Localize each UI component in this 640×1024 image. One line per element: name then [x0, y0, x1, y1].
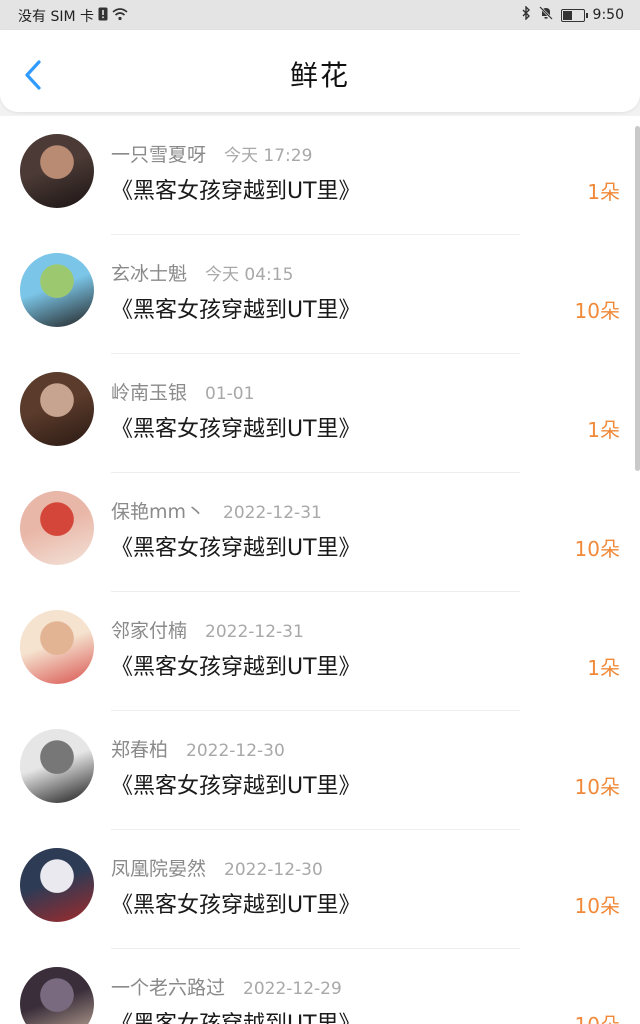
status-right: 9:50: [521, 5, 624, 24]
name-line: 岭南玉银 01-01: [111, 378, 254, 405]
flower-count: 10朵: [575, 1009, 620, 1024]
avatar[interactable]: [20, 610, 94, 684]
status-bar: 没有 SIM 卡 9:50: [0, 0, 640, 30]
timestamp: 2022-12-29: [243, 979, 342, 999]
avatar[interactable]: [20, 491, 94, 565]
list-item[interactable]: 一只雪夏呀 今天 17:29 《黑客女孩穿越到UT里》 1朵: [0, 116, 640, 235]
wifi-icon: [112, 7, 128, 25]
book-title: 《黑客女孩穿越到UT里》: [111, 655, 361, 680]
carrier-label: 没有 SIM 卡: [18, 9, 94, 25]
avatar[interactable]: [20, 848, 94, 922]
avatar[interactable]: [20, 967, 94, 1024]
flower-count: 1朵: [587, 418, 620, 442]
name-line: 保艳mm丶 2022-12-31: [111, 497, 322, 524]
book-title: 《黑客女孩穿越到UT里》: [111, 1006, 361, 1024]
battery-icon: [560, 8, 588, 22]
timestamp: 2022-12-30: [186, 741, 285, 761]
list-item[interactable]: 凤凰院晏然 2022-12-30 《黑客女孩穿越到UT里》 10朵: [0, 830, 640, 949]
book-title: 《黑客女孩穿越到UT里》: [111, 536, 361, 561]
user-name: 邻家付楠: [111, 620, 188, 642]
clock: 9:50: [592, 7, 624, 23]
mute-bell-icon: [538, 6, 553, 24]
name-line: 一个老六路过 2022-12-29: [111, 973, 342, 1000]
flower-count: 10朵: [574, 894, 620, 918]
timestamp: 今天 17:29: [224, 146, 313, 166]
list-item[interactable]: 邻家付楠 2022-12-31 《黑客女孩穿越到UT里》 1朵: [0, 592, 640, 711]
flower-count: 10朵: [574, 775, 620, 799]
timestamp: 2022-12-31: [223, 503, 322, 523]
flower-count: 1朵: [587, 656, 620, 680]
book-title: 《黑客女孩穿越到UT里》: [111, 893, 361, 918]
name-line: 邻家付楠 2022-12-31: [111, 616, 304, 643]
flower-count: 1朵: [587, 180, 620, 204]
name-line: 玄冰士魁 今天 04:15: [111, 259, 293, 286]
list-item[interactable]: 一个老六路过 2022-12-29 《黑客女孩穿越到UT里》 10朵: [0, 949, 640, 1024]
bluetooth-icon: [521, 5, 531, 24]
user-name: 凤凰院晏然: [111, 858, 207, 880]
avatar[interactable]: [20, 729, 94, 803]
timestamp: 2022-12-30: [224, 860, 323, 880]
user-name: 郑春柏: [111, 739, 169, 761]
name-line: 凤凰院晏然 2022-12-30: [111, 854, 323, 881]
book-title: 《黑客女孩穿越到UT里》: [111, 179, 361, 204]
flower-count: 10朵: [574, 299, 620, 323]
user-name: 岭南玉银: [111, 382, 188, 404]
user-name: 一只雪夏呀: [111, 144, 207, 166]
name-line: 一只雪夏呀 今天 17:29: [111, 140, 312, 167]
flower-count: 10朵: [574, 537, 620, 561]
book-title: 《黑客女孩穿越到UT里》: [111, 298, 361, 323]
timestamp: 01-01: [205, 384, 255, 404]
avatar[interactable]: [20, 134, 94, 208]
list-item[interactable]: 郑春柏 2022-12-30 《黑客女孩穿越到UT里》 10朵: [0, 711, 640, 830]
sim-alert-icon: [98, 7, 108, 25]
avatar[interactable]: [20, 372, 94, 446]
book-title: 《黑客女孩穿越到UT里》: [111, 774, 361, 799]
user-name: 玄冰士魁: [111, 263, 188, 285]
timestamp: 今天 04:15: [205, 265, 294, 285]
page-title: 鲜花: [289, 59, 350, 92]
flower-list[interactable]: 一只雪夏呀 今天 17:29 《黑客女孩穿越到UT里》 1朵 玄冰士魁 今天 04:15 《…: [0, 116, 640, 1024]
list-item[interactable]: 岭南玉银 01-01 《黑客女孩穿越到UT里》 1朵: [0, 354, 640, 473]
avatar[interactable]: [20, 253, 94, 327]
book-title: 《黑客女孩穿越到UT里》: [111, 417, 361, 442]
app-header: 鲜花: [0, 30, 640, 112]
list-item[interactable]: 玄冰士魁 今天 04:15 《黑客女孩穿越到UT里》 10朵: [0, 235, 640, 354]
user-name: 一个老六路过: [111, 977, 226, 999]
list-item[interactable]: 保艳mm丶 2022-12-31 《黑客女孩穿越到UT里》 10朵: [0, 473, 640, 592]
timestamp: 2022-12-31: [205, 622, 304, 642]
user-name: 保艳mm丶: [111, 501, 206, 523]
name-line: 郑春柏 2022-12-30: [111, 735, 285, 762]
status-left: 没有 SIM 卡: [18, 6, 128, 26]
